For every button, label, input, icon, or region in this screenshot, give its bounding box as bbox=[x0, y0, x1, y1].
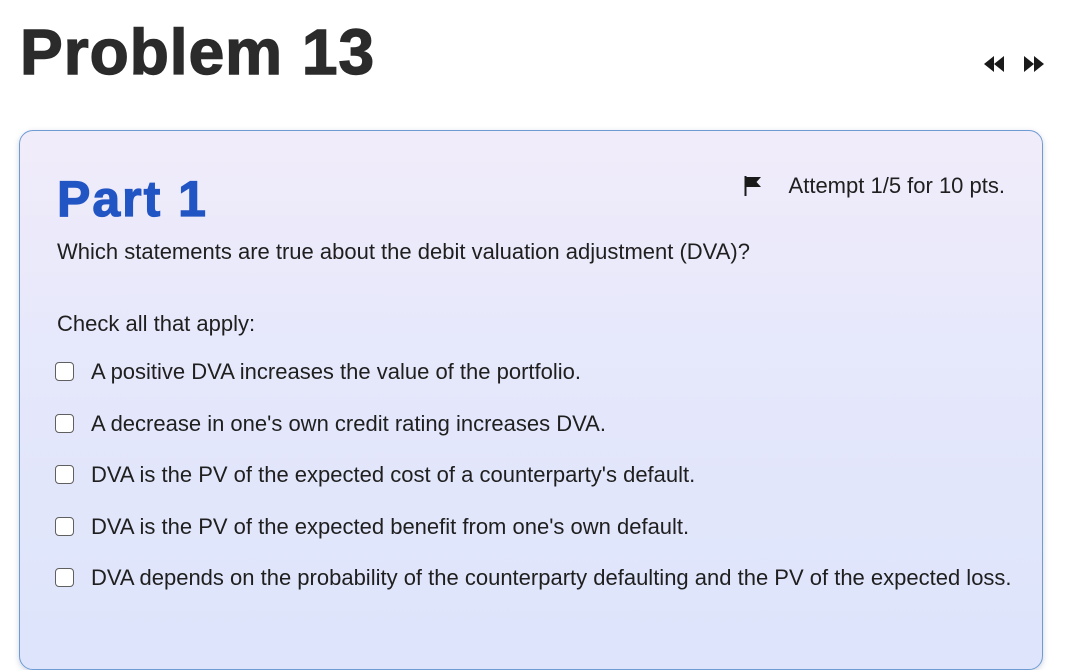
problem-navigation bbox=[982, 52, 1046, 76]
flag-icon[interactable] bbox=[743, 175, 763, 197]
answer-option-5[interactable]: DVA depends on the probability of the co… bbox=[55, 563, 1015, 596]
checkbox[interactable] bbox=[55, 516, 74, 536]
answer-option-2[interactable]: A decrease in one's own credit rating in… bbox=[55, 409, 1015, 442]
attempt-info: Attempt 1/5 for 10 pts. bbox=[743, 173, 1005, 199]
part-title: Part 1 bbox=[56, 170, 208, 227]
option-label: DVA depends on the probability of the co… bbox=[91, 565, 1012, 590]
problem-title: Problem 13 bbox=[19, 15, 376, 88]
answer-options: A positive DVA increases the value of th… bbox=[55, 357, 1015, 615]
option-label: A positive DVA increases the value of th… bbox=[91, 359, 581, 384]
rewind-double-left-icon bbox=[984, 56, 1004, 72]
part-card: Part 1 Attempt 1/5 for 10 pts. Which sta… bbox=[19, 130, 1043, 670]
checkbox[interactable] bbox=[55, 362, 74, 381]
option-label: DVA is the PV of the expected cost of a … bbox=[91, 462, 696, 487]
answer-option-3[interactable]: DVA is the PV of the expected cost of a … bbox=[55, 460, 1015, 493]
previous-problem-button[interactable] bbox=[982, 52, 1006, 76]
answer-option-4[interactable]: DVA is the PV of the expected benefit fr… bbox=[55, 512, 1015, 545]
next-problem-button[interactable] bbox=[1022, 52, 1046, 76]
attempt-text: Attempt 1/5 for 10 pts. bbox=[788, 173, 1005, 198]
answer-option-1[interactable]: A positive DVA increases the value of th… bbox=[55, 357, 1015, 390]
checkbox[interactable] bbox=[55, 465, 74, 484]
option-label: DVA is the PV of the expected benefit fr… bbox=[91, 513, 690, 539]
fast-forward-double-right-icon bbox=[1024, 56, 1044, 72]
checkbox[interactable] bbox=[55, 568, 74, 587]
option-label: A decrease in one's own credit rating in… bbox=[91, 410, 606, 436]
question-text: Which statements are true about the debi… bbox=[57, 239, 750, 264]
page-header: Problem 13 bbox=[0, 0, 1084, 110]
instruction-text: Check all that apply: bbox=[57, 311, 256, 336]
checkbox[interactable] bbox=[55, 413, 74, 433]
